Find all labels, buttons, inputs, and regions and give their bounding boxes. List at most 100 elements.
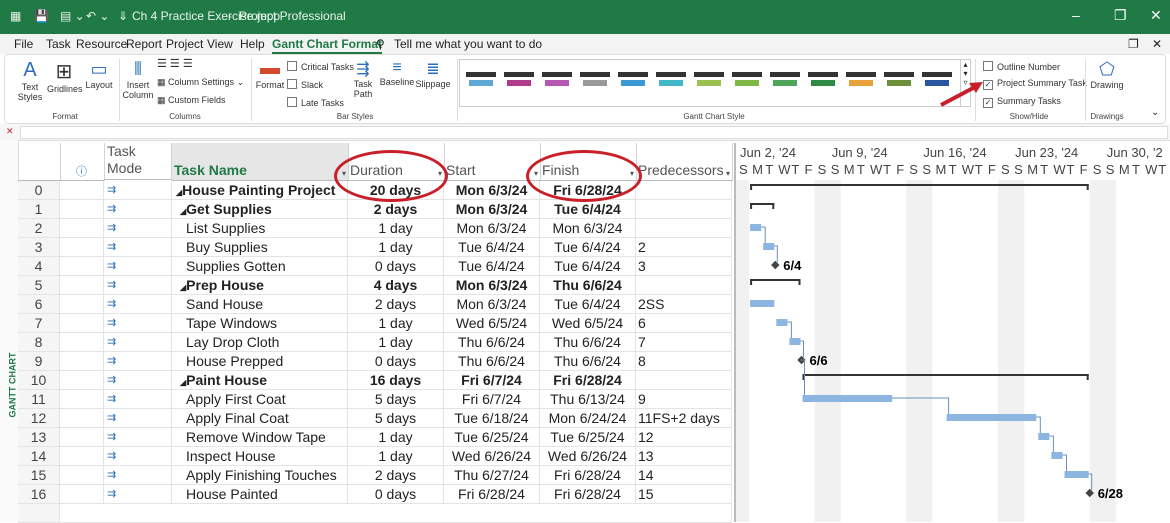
duration-cell[interactable]: 1 day (348, 219, 444, 238)
filter-arrow-icon[interactable]: ▾ (726, 169, 730, 178)
start-cell[interactable]: Mon 6/3/24 (444, 219, 540, 238)
task-name-cell[interactable]: Apply Final Coat (172, 409, 348, 428)
task-mode-column-header[interactable]: Task Mode (104, 143, 172, 180)
duration-cell[interactable]: 2 days (348, 200, 444, 219)
align-buttons[interactable]: ☰ ☰ ☰ (157, 57, 193, 70)
gantt-style-swatch[interactable] (504, 68, 534, 96)
entry-field[interactable] (20, 126, 1168, 139)
duration-cell[interactable]: 1 day (348, 333, 444, 352)
slippage-button[interactable]: ≣ Slippage (415, 59, 451, 89)
row-header-corner[interactable] (18, 143, 61, 181)
finish-cell[interactable]: Thu 6/6/24 (540, 333, 636, 352)
predecessors-cell[interactable] (636, 181, 732, 200)
task-name-cell[interactable]: ◢Paint House (172, 371, 348, 390)
predecessors-cell[interactable] (636, 219, 732, 238)
task-path-button[interactable]: ⇶ Task Path (349, 59, 377, 99)
gantt-style-swatch[interactable] (884, 68, 914, 96)
close-icon[interactable]: ✕ (1150, 7, 1162, 24)
tab-report[interactable]: Report (126, 37, 162, 51)
restore-icon[interactable]: ❐ (1114, 7, 1127, 24)
duration-cell[interactable]: 4 days (348, 276, 444, 295)
column-settings-button[interactable]: ▦ Column Settings ⌄ (157, 77, 244, 88)
row-id[interactable]: 4 (18, 257, 60, 276)
finish-cell[interactable]: Tue 6/4/24 (540, 295, 636, 314)
indicator-cell[interactable] (60, 485, 104, 504)
row-id[interactable]: 11 (18, 390, 60, 409)
finish-cell[interactable]: Mon 6/24/24 (540, 409, 636, 428)
row-id[interactable]: 8 (18, 333, 60, 352)
duration-cell[interactable]: 1 day (348, 428, 444, 447)
start-cell[interactable]: Thu 6/6/24 (444, 352, 540, 371)
text-styles-button[interactable]: A Text Styles (15, 59, 45, 102)
finish-cell[interactable]: Thu 6/13/24 (540, 390, 636, 409)
start-cell[interactable]: Mon 6/3/24 (444, 200, 540, 219)
task-name-cell[interactable]: Supplies Gotten (172, 257, 348, 276)
task-name-cell[interactable]: Lay Drop Cloth (172, 333, 348, 352)
indicators-column-header[interactable]: ⓘ (60, 143, 105, 181)
indicator-cell[interactable] (60, 314, 104, 333)
row-id[interactable]: 16 (18, 485, 60, 504)
finish-cell[interactable]: Tue 6/4/24 (540, 200, 636, 219)
predecessors-cell[interactable]: 14 (636, 466, 732, 485)
late-tasks-checkbox[interactable]: Late Tasks (287, 97, 344, 108)
predecessors-cell[interactable]: 15 (636, 485, 732, 504)
gantt-style-swatch[interactable] (466, 68, 496, 96)
predecessors-cell[interactable]: 11FS+2 days (636, 409, 732, 428)
gantt-style-swatch[interactable] (846, 68, 876, 96)
task-name-cell[interactable]: Apply First Coat (172, 390, 348, 409)
finish-cell[interactable]: Fri 6/28/24 (540, 371, 636, 390)
predecessors-cell[interactable]: 8 (636, 352, 732, 371)
indicator-cell[interactable] (60, 409, 104, 428)
undo-icon[interactable]: ↶ ⌄ (86, 9, 109, 23)
restore-window-icon[interactable]: ❐ (1128, 37, 1139, 51)
finish-cell[interactable]: Tue 6/25/24 (540, 428, 636, 447)
row-id[interactable]: 14 (18, 447, 60, 466)
minimize-icon[interactable]: – (1072, 7, 1080, 23)
predecessors-cell[interactable]: 3 (636, 257, 732, 276)
gridlines-button[interactable]: ⊞ Gridlines (47, 59, 83, 94)
custom-fields-button[interactable]: ▦ Custom Fields (157, 95, 226, 106)
task-name-cell[interactable]: Buy Supplies (172, 238, 348, 257)
start-cell[interactable]: Mon 6/3/24 (444, 276, 540, 295)
start-cell[interactable]: Tue 6/4/24 (444, 257, 540, 276)
finish-cell[interactable]: Fri 6/28/24 (540, 466, 636, 485)
start-cell[interactable]: Tue 6/4/24 (444, 238, 540, 257)
duration-cell[interactable]: 16 days (348, 371, 444, 390)
task-name-cell[interactable]: Inspect House (172, 447, 348, 466)
indicator-cell[interactable] (60, 352, 104, 371)
gantt-style-swatch[interactable] (694, 68, 724, 96)
indicator-cell[interactable] (60, 371, 104, 390)
predecessors-cell[interactable]: 7 (636, 333, 732, 352)
row-id[interactable]: 6 (18, 295, 60, 314)
row-id[interactable]: 9 (18, 352, 60, 371)
close-window-icon[interactable]: ✕ (1152, 37, 1162, 51)
duration-cell[interactable]: 1 day (348, 314, 444, 333)
tell-me-search[interactable]: Tell me what you want to do (394, 37, 542, 51)
row-id[interactable]: 3 (18, 238, 60, 257)
indicator-cell[interactable] (60, 428, 104, 447)
indicator-cell[interactable] (60, 238, 104, 257)
indicator-cell[interactable] (60, 181, 104, 200)
outline-number-checkbox[interactable]: Outline Number (983, 61, 1060, 72)
gantt-style-swatch[interactable] (770, 68, 800, 96)
duration-cell[interactable]: 2 days (348, 466, 444, 485)
tab-project[interactable]: Project (166, 37, 203, 51)
summary-tasks-checkbox[interactable]: ✓ Summary Tasks (983, 96, 1061, 108)
tab-view[interactable]: View (207, 37, 233, 51)
save-icon[interactable]: 💾 (34, 9, 49, 23)
task-name-cell[interactable]: ◢House Painting Project (172, 181, 348, 200)
start-cell[interactable]: Wed 6/26/24 (444, 447, 540, 466)
start-cell[interactable]: Wed 6/5/24 (444, 314, 540, 333)
finish-cell[interactable]: Wed 6/5/24 (540, 314, 636, 333)
task-name-cell[interactable]: House Prepped (172, 352, 348, 371)
tab-resource[interactable]: Resource (76, 37, 127, 51)
duration-cell[interactable]: 0 days (348, 485, 444, 504)
indicator-cell[interactable] (60, 257, 104, 276)
start-cell[interactable]: Thu 6/6/24 (444, 333, 540, 352)
gantt-style-swatch[interactable] (580, 68, 610, 96)
start-cell[interactable]: Fri 6/7/24 (444, 371, 540, 390)
insert-column-button[interactable]: ⫴ Insert Column (121, 59, 155, 100)
tab-help[interactable]: Help (240, 37, 265, 51)
row-id[interactable]: 0 (18, 181, 60, 200)
predecessors-cell[interactable] (636, 276, 732, 295)
